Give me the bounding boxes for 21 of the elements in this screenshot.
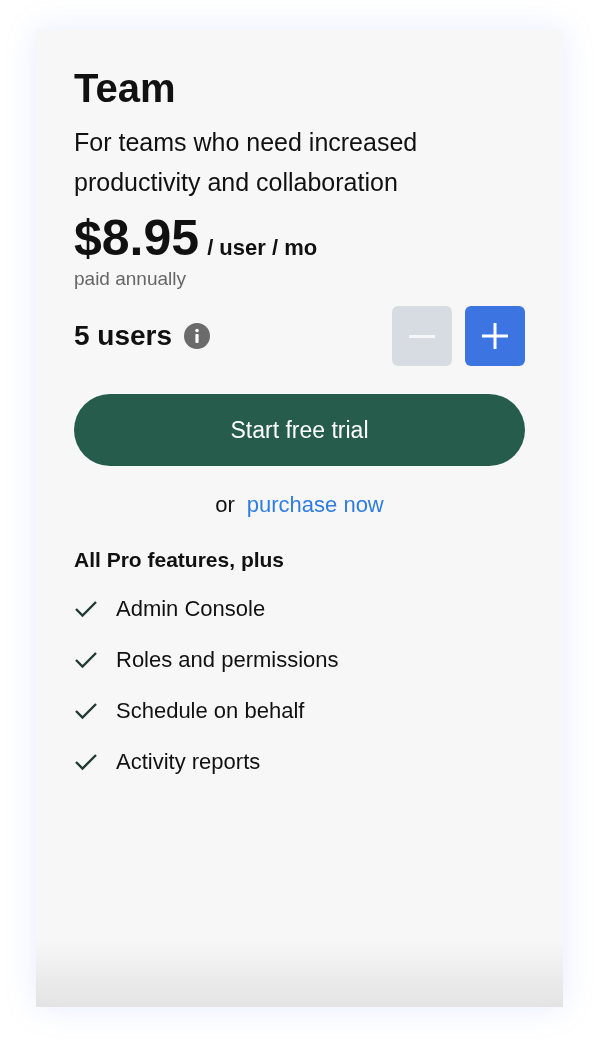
billing-note: paid annually [74,268,187,290]
feature-item: Activity reports [116,748,261,776]
price: $8.95 [74,209,200,268]
check-icon [74,650,98,670]
seat-count: 5 users [74,320,173,352]
purchase-link[interactable]: purchase now [246,492,384,518]
plus-icon [480,321,510,351]
feature-item: Admin Console [116,595,266,623]
check-icon [74,599,98,619]
start-trial-button[interactable]: Start free trial [74,394,525,466]
price-unit: / user / mo [207,235,318,261]
feature-item: Schedule on behalf [116,697,305,725]
increase-button[interactable] [465,306,525,366]
features-heading: All Pro features, plus [74,548,286,572]
plan-title: Team [74,65,177,112]
check-icon [74,701,98,721]
feature-item: Roles and permissions [116,646,339,674]
plan-description: For teams who need increased productivity and collaboration [74,127,419,198]
or-text: or [215,492,235,518]
check-icon [74,752,98,772]
info-icon[interactable] [184,323,211,349]
